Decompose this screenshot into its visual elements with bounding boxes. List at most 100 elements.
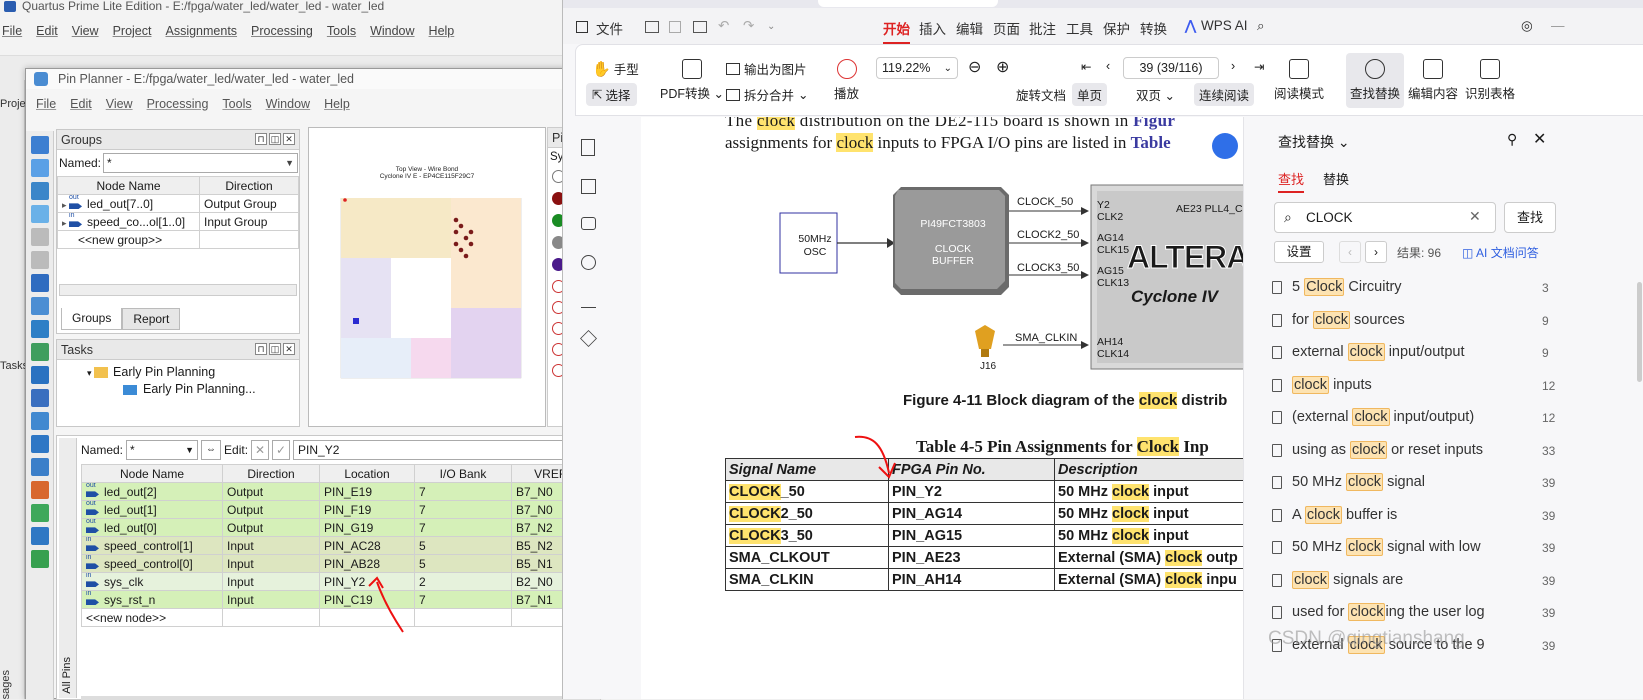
double-page-button[interactable]: 双页 ⌄: [1136, 85, 1175, 104]
wps-ai-button[interactable]: WPS AI: [1201, 18, 1248, 33]
pin-list-icon[interactable]: [31, 274, 49, 292]
export-icon[interactable]: [31, 527, 49, 545]
prev-result-button[interactable]: ‹: [1339, 241, 1361, 263]
pin-row[interactable]: out led_out[1] Output PIN_F19 7 B7_N0: [81, 500, 602, 519]
groups-named-input[interactable]: * ▼: [103, 153, 299, 173]
pin-location[interactable]: PIN_E19: [319, 482, 415, 501]
tab-report[interactable]: Report: [122, 308, 181, 330]
wps-tab-tools[interactable]: 工具: [1066, 18, 1093, 38]
pin-io-bank[interactable]: 7: [414, 500, 512, 519]
cancel-edit-icon[interactable]: ✕: [251, 440, 270, 460]
find-result-item[interactable]: clock signals are 39: [1244, 570, 1624, 597]
pin-row[interactable]: out led_out[2] Output PIN_E19 7 B7_N0: [81, 482, 602, 501]
group-row[interactable]: ▸ in speed_co...ol[1..0] Input Group: [57, 212, 299, 231]
pp-menu-help[interactable]: Help: [324, 97, 350, 115]
find-result-item[interactable]: (external clock input/output) 12: [1244, 408, 1624, 434]
single-page-button[interactable]: 单页: [1072, 83, 1108, 106]
find-panel-title[interactable]: 查找替换 ⌄: [1278, 132, 1350, 152]
find-result-item[interactable]: A clock buffer is 39: [1244, 505, 1624, 532]
filter-options-icon[interactable]: ⇔: [201, 440, 222, 460]
pins-header-location[interactable]: Location: [319, 464, 415, 483]
menu-icon[interactable]: [576, 21, 588, 33]
group-row[interactable]: ▸ out led_out[7..0] Output Group: [57, 194, 299, 213]
new-node-cell[interactable]: <<new node>>: [81, 608, 223, 627]
thumbnail-icon[interactable]: [581, 179, 596, 194]
find-input[interactable]: ⌕ CLOCK ✕: [1274, 202, 1496, 233]
rotate-doc-button[interactable]: 旋转文档: [1016, 85, 1066, 104]
chip-pin-grid[interactable]: [331, 198, 531, 383]
pp-menu-view[interactable]: View: [106, 97, 133, 115]
find-result-item[interactable]: 50 MHz clock signal with low 39: [1244, 538, 1624, 564]
pin-row[interactable]: out led_out[0] Output PIN_G19 7 B7_N2: [81, 518, 602, 537]
wps-tab-insert[interactable]: 插入: [919, 18, 946, 38]
chevron-down-icon[interactable]: ▼: [285, 154, 294, 172]
bookmark-icon[interactable]: [581, 139, 595, 156]
tab-groups[interactable]: Groups: [61, 308, 123, 330]
groups-header-node[interactable]: Node Name: [57, 176, 200, 195]
chevron-down-icon[interactable]: ⌄: [767, 21, 775, 32]
attachment-icon[interactable]: [581, 255, 596, 270]
redo-icon[interactable]: ↷: [743, 18, 754, 34]
hand-tool-icon[interactable]: [31, 182, 49, 200]
wps-tab-convert[interactable]: 转换: [1140, 18, 1167, 38]
play-button[interactable]: 播放: [834, 59, 859, 102]
zoom-select[interactable]: 119.22% ⌄: [876, 57, 958, 79]
find-result-item[interactable]: external clock input/output 9: [1244, 343, 1624, 369]
open-folder-icon[interactable]: [645, 21, 659, 33]
split-merge-button[interactable]: 拆分合并 ⌄: [726, 85, 809, 104]
undo-icon[interactable]: ↶: [718, 18, 729, 34]
find-result-item[interactable]: for clock sources 9: [1244, 310, 1624, 337]
pin-io-bank[interactable]: 7: [414, 590, 512, 609]
pp-menu-file[interactable]: File: [36, 97, 56, 115]
pins-header-direction[interactable]: Direction: [222, 464, 320, 483]
next-page-icon[interactable]: ›: [1231, 59, 1235, 73]
first-page-icon[interactable]: ⇤: [1081, 59, 1091, 74]
pin-row[interactable]: in speed_control[1] Input PIN_AC28 5 B5_N2: [81, 536, 602, 555]
pins-header-iobank[interactable]: I/O Bank: [414, 464, 512, 483]
wps-tab-home[interactable]: 开始: [883, 18, 910, 44]
prev-page-icon[interactable]: ‹: [1106, 59, 1110, 73]
pp-menu-edit[interactable]: Edit: [70, 97, 92, 115]
tab-replace[interactable]: 替换: [1323, 169, 1349, 188]
pp-menu-processing[interactable]: Processing: [147, 97, 209, 115]
find-result-item[interactable]: clock inputs 12: [1244, 375, 1624, 402]
pp-menu-window[interactable]: Window: [266, 97, 310, 115]
show-bank-icon[interactable]: [31, 435, 49, 453]
groups-hscrollbar[interactable]: [59, 284, 297, 296]
floating-assist-icon[interactable]: [1212, 133, 1238, 159]
edit-content-button[interactable]: 编辑内容: [1408, 59, 1458, 102]
undo-icon[interactable]: [31, 228, 49, 246]
find-result-item[interactable]: 50 MHz clock signal 39: [1244, 473, 1624, 499]
io-bank-icon[interactable]: [31, 297, 49, 315]
groups-header-direction[interactable]: Direction: [199, 176, 299, 195]
save-icon[interactable]: [669, 21, 681, 33]
print-icon[interactable]: [693, 21, 707, 33]
quartus-menu-help[interactable]: Help: [429, 24, 455, 42]
close-panel-icon[interactable]: ✕: [283, 133, 295, 145]
quartus-menu-view[interactable]: View: [72, 24, 99, 42]
new-node-row[interactable]: <<new node>>: [81, 608, 602, 627]
pin-grid-icon[interactable]: [31, 412, 49, 430]
group-new-row[interactable]: <<new group>>: [57, 230, 299, 249]
zoom-in-icon[interactable]: ⊕: [996, 57, 1009, 77]
find-button[interactable]: 查找: [1504, 202, 1556, 233]
quartus-menu-file[interactable]: File: [2, 24, 22, 42]
settings-button[interactable]: 设置: [1274, 241, 1324, 263]
pin-location[interactable]: PIN_AC28: [319, 536, 415, 555]
float-panel-icon[interactable]: ◫: [269, 343, 281, 355]
quartus-menu-assignments[interactable]: Assignments: [165, 24, 237, 42]
pins-header-node[interactable]: Node Name: [81, 464, 223, 483]
ai-doc-qa-button[interactable]: ◫ AI 文档问答: [1462, 244, 1539, 261]
pin-panel-icon[interactable]: ⊓: [255, 343, 267, 355]
comment-icon[interactable]: [581, 217, 596, 230]
sync-icon[interactable]: ◎: [1521, 18, 1533, 34]
diff-pair-icon[interactable]: [31, 389, 49, 407]
hand-tool-button[interactable]: ✋ 手型: [592, 59, 639, 78]
pin-row[interactable]: in speed_control[0] Input PIN_AB28 5 B5_N1: [81, 554, 602, 573]
find-replace-button[interactable]: 查找替换: [1346, 53, 1405, 108]
task-item[interactable]: Early Pin Planning...: [57, 379, 299, 396]
wps-doc-tab[interactable]: [818, 0, 998, 7]
pin-io-bank[interactable]: 5: [414, 554, 512, 573]
continuous-read-button[interactable]: 连续阅读: [1194, 83, 1255, 106]
pin-location[interactable]: PIN_G19: [319, 518, 415, 537]
